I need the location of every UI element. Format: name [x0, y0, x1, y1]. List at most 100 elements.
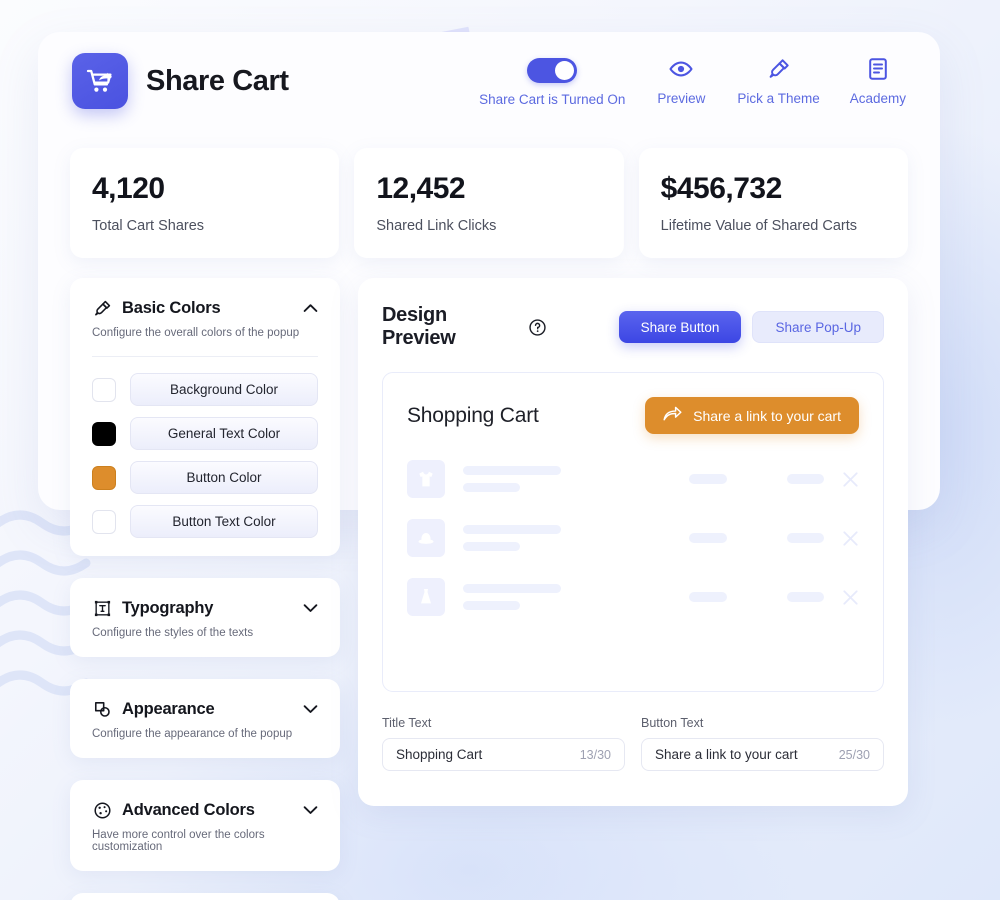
color-row-general-text: General Text Color	[92, 417, 318, 450]
placeholder-bar	[463, 584, 561, 593]
panel-subtitle: Have more control over the colors custom…	[92, 829, 265, 853]
close-icon[interactable]	[842, 589, 859, 606]
stats-row: 4,120 Total Cart Shares 12,452 Shared Li…	[70, 148, 908, 258]
placeholder-bar-price	[787, 533, 824, 543]
text-box-icon	[92, 598, 112, 618]
character-counter: 25/30	[838, 747, 870, 762]
color-row-button: Button Color	[92, 461, 318, 494]
field-label: Title Text	[382, 716, 432, 730]
item-text-placeholder	[463, 466, 561, 492]
preview-cart-header: Shopping Cart Share a link to your cart	[407, 397, 859, 434]
panel-subtitle: Configure the styles of the texts	[92, 627, 254, 639]
list-item	[407, 578, 859, 616]
divider	[92, 356, 318, 357]
sidebar-panel-typography[interactable]: Typography Configure the styles of the t…	[70, 578, 340, 657]
share-cart-icon	[72, 53, 128, 109]
color-button-button-color[interactable]: Button Color	[130, 461, 318, 494]
placeholder-bar	[463, 525, 561, 534]
placeholder-bar-qty	[689, 533, 728, 543]
preview-mode-tabs: Share Button Share Pop-Up	[618, 311, 884, 343]
chevron-up-icon[interactable]	[303, 303, 318, 313]
color-row-button-text: Button Text Color	[92, 505, 318, 538]
character-counter: 13/30	[579, 747, 611, 762]
placeholder-bar-price	[787, 592, 824, 602]
panel-header[interactable]: Advanced Colors	[92, 800, 318, 820]
nav-label-pick-a-theme: Pick a Theme	[737, 90, 820, 106]
list-item	[407, 460, 859, 498]
stat-label: Lifetime Value of Shared Carts	[660, 218, 858, 234]
page-title: Share Cart	[146, 64, 289, 97]
color-button-button-text[interactable]: Button Text Color	[130, 505, 318, 538]
design-preview-card: Design Preview Share Button Share Pop-Up…	[358, 278, 908, 806]
list-item	[407, 519, 859, 557]
nav-label-preview: Preview	[657, 90, 706, 106]
color-swatch-button-text[interactable]	[92, 509, 116, 534]
close-icon[interactable]	[842, 471, 859, 488]
nav-label-toggle: Share Cart is Turned On	[479, 91, 626, 107]
field-button-text: Button Text Share a link to your cart 25…	[641, 716, 884, 771]
color-button-background[interactable]: Background Color	[130, 373, 318, 406]
eye-icon	[669, 56, 693, 82]
preview-share-link-button[interactable]: Share a link to your cart	[645, 397, 859, 434]
color-swatch-background[interactable]	[92, 377, 116, 402]
stat-card-lifetime-value: $456,732 Lifetime Value of Shared Carts	[638, 148, 908, 258]
chevron-down-icon[interactable]	[303, 805, 318, 815]
nav-item-academy[interactable]: Academy	[850, 56, 906, 106]
placeholder-bar	[463, 542, 520, 551]
color-swatch-general-text[interactable]	[92, 421, 116, 446]
color-row-background: Background Color	[92, 373, 318, 406]
brand: Share Cart	[72, 53, 289, 109]
share-cart-toggle[interactable]: Share Cart is Turned On	[479, 56, 625, 107]
chevron-down-icon[interactable]	[303, 603, 318, 613]
tab-share-button[interactable]: Share Button	[618, 311, 742, 343]
sidebar-panel-advanced-colors[interactable]: Advanced Colors Have more control over t…	[70, 780, 340, 871]
preview-share-link-label: Share a link to your cart	[693, 407, 841, 424]
chevron-down-icon[interactable]	[303, 704, 318, 714]
item-text-placeholder	[463, 525, 561, 551]
panel-title: Appearance	[122, 699, 215, 718]
hat-icon	[407, 519, 445, 557]
field-value: Share a link to your cart	[655, 747, 798, 762]
book-icon	[868, 56, 888, 82]
placeholder-bar	[463, 483, 520, 492]
design-preview-title: Design Preview	[382, 304, 456, 349]
nav-item-preview[interactable]: Preview	[655, 56, 707, 106]
sidebar-panel-basic-colors[interactable]: Basic Colors Configure the overall color…	[70, 278, 340, 556]
panel-header[interactable]: Appearance	[92, 699, 318, 719]
panel-header[interactable]: Typography	[92, 598, 318, 618]
panel-subtitle: Configure the overall colors of the popu…	[92, 327, 300, 339]
stat-card-total-cart-shares: 4,120 Total Cart Shares	[70, 148, 340, 258]
share-arrow-icon	[663, 406, 682, 425]
toggle-on-icon[interactable]	[527, 56, 578, 83]
stat-card-shared-link-clicks: 12,452 Shared Link Clicks	[354, 148, 624, 258]
settings-sidebar: Basic Colors Configure the overall color…	[70, 278, 340, 900]
color-swatch-button[interactable]	[92, 465, 116, 490]
stat-label: Shared Link Clicks	[376, 218, 497, 234]
question-circle-icon[interactable]	[528, 318, 547, 337]
nav-item-pick-a-theme[interactable]: Pick a Theme	[737, 56, 820, 106]
panel-header[interactable]: Basic Colors	[92, 298, 318, 318]
close-icon[interactable]	[842, 530, 859, 547]
tshirt-icon	[407, 460, 445, 498]
design-preview-header: Design Preview Share Button Share Pop-Up	[382, 304, 884, 350]
field-value: Shopping Cart	[396, 747, 483, 762]
tab-share-popup[interactable]: Share Pop-Up	[752, 311, 884, 343]
sidebar-panel-social-sharing[interactable]: Social Sharing	[70, 893, 340, 900]
button-text-input[interactable]: Share a link to your cart 25/30	[641, 738, 884, 771]
preview-cart-title: Shopping Cart	[407, 403, 539, 427]
placeholder-bar	[463, 466, 561, 475]
sidebar-panel-appearance[interactable]: Appearance Configure the appearance of t…	[70, 679, 340, 758]
placeholder-bar	[463, 601, 520, 610]
field-label: Button Text	[641, 716, 704, 730]
palette-icon	[92, 800, 112, 820]
paint-brush-icon	[92, 298, 112, 318]
panel-title: Typography	[122, 598, 214, 617]
item-text-placeholder	[463, 584, 561, 610]
app-header: Share Cart Share Cart is Turned On Previ…	[38, 32, 940, 130]
title-text-input[interactable]: Shopping Cart 13/30	[382, 738, 625, 771]
color-button-general-text[interactable]: General Text Color	[130, 417, 318, 450]
placeholder-bar-qty	[689, 474, 728, 484]
preview-item-list	[407, 460, 859, 616]
paint-brush-icon	[767, 56, 791, 82]
panel-title: Advanced Colors	[122, 800, 255, 819]
